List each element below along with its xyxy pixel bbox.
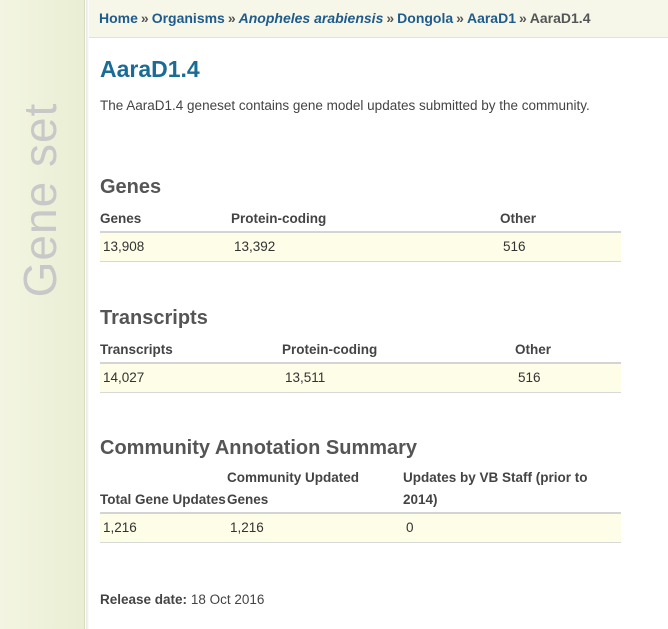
breadcrumb-strain[interactable]: Dongola	[397, 10, 453, 26]
column-header: Other	[500, 208, 621, 233]
breadcrumb-separator: »	[386, 10, 395, 26]
community-table: Total Gene Updates Community Updated Gen…	[100, 467, 621, 543]
column-header: Transcripts	[100, 339, 282, 364]
transcripts-heading: Transcripts	[100, 307, 208, 329]
page-intro: The AaraD1.4 geneset contains gene model…	[100, 98, 590, 113]
table-header-row: Transcripts Protein-coding Other	[100, 339, 621, 364]
breadcrumb-separator: »	[140, 10, 149, 26]
table-cell: 516	[515, 363, 621, 393]
table-header-row: Total Gene Updates Community Updated Gen…	[100, 467, 621, 514]
main-content: AaraD1.4 The AaraD1.4 geneset contains g…	[100, 56, 640, 607]
column-header: Community Updated Genes	[227, 467, 403, 514]
column-header: Total Gene Updates	[100, 467, 227, 514]
table-cell: 0	[403, 513, 621, 543]
table-cell: 516	[500, 232, 621, 262]
table-row: 13,908 13,392 516	[100, 232, 621, 262]
table-header-row: Genes Protein-coding Other	[100, 208, 621, 233]
transcripts-section: Transcripts Transcripts Protein-coding O…	[100, 307, 621, 393]
breadcrumb-home[interactable]: Home	[99, 10, 138, 26]
transcripts-table: Transcripts Protein-coding Other 14,027 …	[100, 339, 621, 393]
column-header: Updates by VB Staff (prior to 2014)	[403, 467, 621, 514]
release-date: Release date: 18 Oct 2016	[100, 592, 264, 607]
table-cell: 13,392	[231, 232, 500, 262]
community-heading: Community Annotation Summary	[100, 437, 418, 459]
breadcrumb-separator: »	[518, 10, 527, 26]
table-row: 14,027 13,511 516	[100, 363, 621, 393]
genes-table: Genes Protein-coding Other 13,908 13,392…	[100, 208, 621, 262]
sidebar-label: Gene set	[14, 102, 66, 298]
table-cell: 14,027	[100, 363, 282, 393]
breadcrumb-organisms[interactable]: Organisms	[152, 10, 225, 26]
genes-section: Genes Genes Protein-coding Other 13,908 …	[100, 176, 621, 262]
page-title: AaraD1.4	[100, 56, 200, 82]
breadcrumb-separator: »	[456, 10, 464, 26]
table-cell: 1,216	[100, 513, 227, 543]
column-header: Protein-coding	[282, 339, 515, 364]
genes-heading: Genes	[100, 176, 162, 198]
community-section: Community Annotation Summary Total Gene …	[100, 437, 621, 543]
table-row: 1,216 1,216 0	[100, 513, 621, 543]
table-cell: 13,511	[282, 363, 515, 393]
table-cell: 1,216	[227, 513, 403, 543]
release-date-label: Release date:	[100, 592, 188, 607]
release-date-value: 18 Oct 2016	[190, 592, 265, 607]
sidebar-shadow	[86, 0, 89, 629]
column-header: Protein-coding	[231, 208, 500, 233]
column-header: Other	[515, 339, 621, 364]
breadcrumb-current: AaraD1.4	[529, 10, 591, 26]
table-cell: 13,908	[100, 232, 231, 262]
breadcrumb-separator: »	[227, 10, 236, 26]
breadcrumb-species[interactable]: Anopheles arabiensis	[239, 10, 384, 26]
column-header: Genes	[100, 208, 231, 233]
sidebar: Gene set	[0, 0, 85, 629]
breadcrumb: Home» Organisms» Anopheles arabiensis» Dong…	[89, 0, 668, 38]
breadcrumb-assembly[interactable]: AaraD1	[467, 10, 516, 26]
